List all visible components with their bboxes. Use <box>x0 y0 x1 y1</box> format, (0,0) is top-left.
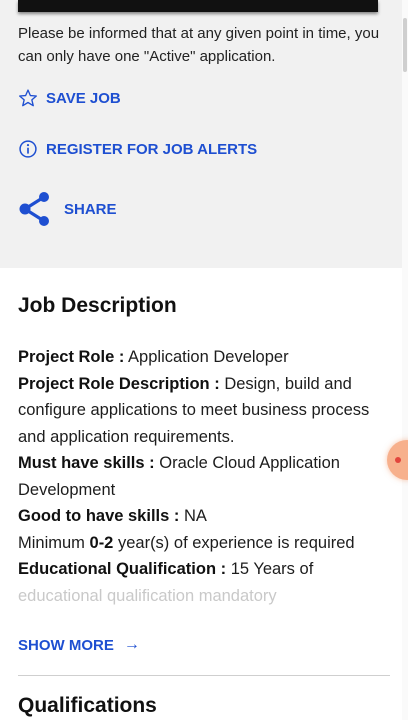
share-icon <box>18 191 52 227</box>
apply-button-edge[interactable] <box>18 0 378 12</box>
must-have-skills-label: Must have skills : <box>18 454 155 472</box>
section-divider <box>18 675 390 676</box>
share-label: SHARE <box>64 200 117 218</box>
experience-prefix: Minimum <box>18 533 85 552</box>
good-to-have-skills-line: Good to have skills : NA <box>18 503 384 530</box>
education-faded-line: educational qualification mandatory <box>18 586 277 605</box>
active-application-notice: Please be informed that at any given poi… <box>18 25 380 65</box>
education-label: Educational Qualification : <box>18 560 227 578</box>
save-job-button[interactable]: SAVE JOB <box>18 88 121 108</box>
show-more-button[interactable]: SHOW MORE → <box>18 636 140 654</box>
scrollbar-thumb[interactable] <box>403 18 407 72</box>
scrollbar[interactable] <box>402 0 408 720</box>
job-description-heading: Job Description <box>18 294 177 317</box>
good-to-have-skills-label: Good to have skills : <box>18 507 180 525</box>
register-job-alerts-button[interactable]: REGISTER FOR JOB ALERTS <box>18 139 257 159</box>
info-circle-icon <box>18 139 38 159</box>
project-role-label: Project Role : <box>18 348 125 366</box>
education-value: 15 Years of <box>230 560 314 578</box>
role-description-line: Project Role Description : Design, build… <box>18 371 384 451</box>
experience-years: 0-2 <box>89 533 114 552</box>
good-to-have-skills-value: NA <box>183 507 207 525</box>
register-job-alerts-label: REGISTER FOR JOB ALERTS <box>46 140 258 158</box>
show-more-label: SHOW MORE <box>18 636 114 654</box>
save-job-label: SAVE JOB <box>46 89 121 107</box>
chat-widget-button[interactable] <box>387 440 408 480</box>
role-description-label: Project Role Description : <box>18 374 220 393</box>
qualifications-heading: Qualifications <box>18 694 157 717</box>
job-description-body: Project Role : Application Developer Pro… <box>18 344 384 609</box>
experience-line: Minimum 0-2 year(s) of experience is req… <box>18 530 384 557</box>
project-role-value: Application Developer <box>128 348 289 366</box>
education-line: Educational Qualification : 15 Years of <box>18 556 384 583</box>
chat-notification-dot <box>395 457 401 463</box>
project-role-line: Project Role : Application Developer <box>18 344 384 371</box>
must-have-skills-line: Must have skills : Oracle Cloud Applicat… <box>18 450 384 503</box>
experience-suffix: year(s) of experience is required <box>117 533 355 552</box>
star-outline-icon <box>18 88 38 108</box>
share-button[interactable]: SHARE <box>18 191 117 227</box>
arrow-right-icon: → <box>123 636 140 653</box>
